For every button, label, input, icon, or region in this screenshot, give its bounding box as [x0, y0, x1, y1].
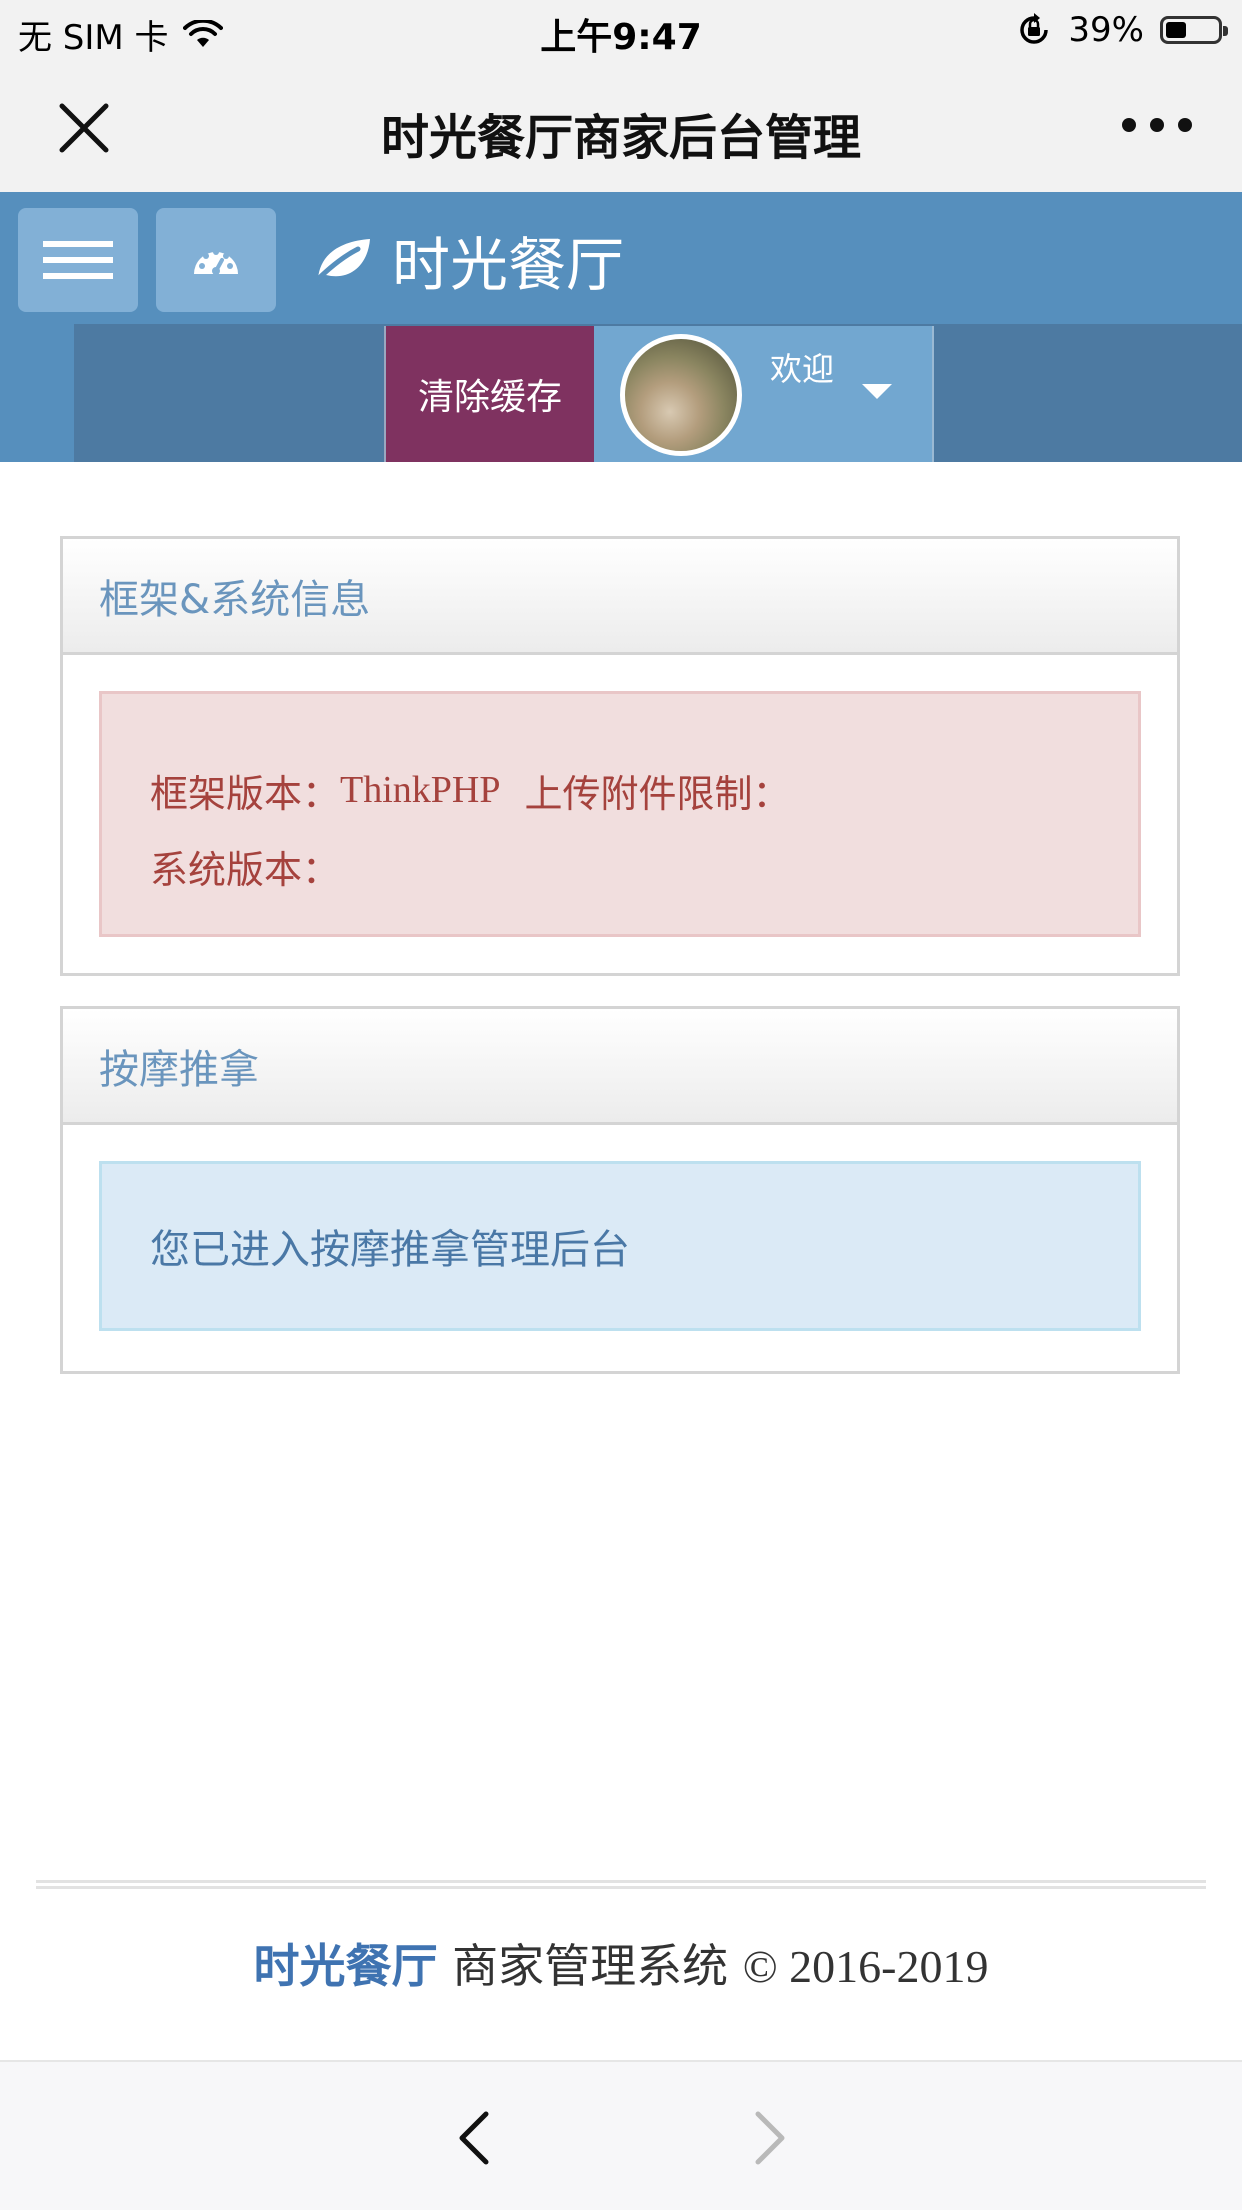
brand-name: 时光餐厅	[392, 231, 625, 299]
avatar	[620, 334, 742, 456]
footer: 时光餐厅 商家管理系统 © 2016-2019	[0, 1930, 1242, 1996]
dashboard-gauge-icon	[194, 249, 238, 275]
footer-system-name: 商家管理系统	[452, 1939, 729, 1993]
more-dots-icon[interactable]	[1122, 118, 1192, 132]
system-info-panel: 框架&系统信息 框架版本： ThinkPHP 上传附件限制： 系统版本：	[60, 536, 1180, 976]
clear-cache-button[interactable]: 清除缓存	[384, 326, 596, 462]
rotation-lock-icon	[1020, 13, 1049, 44]
leaf-icon	[312, 239, 370, 285]
chevron-right-icon[interactable]	[748, 2108, 794, 2168]
dot	[1150, 118, 1164, 132]
footer-divider	[36, 1880, 1206, 1889]
dot	[1178, 118, 1192, 132]
panel-title: 按摩推拿	[63, 1009, 1177, 1125]
caret-down-icon	[862, 384, 892, 399]
status-bar: 无 SIM 卡 上午9:47 39%	[0, 0, 1242, 62]
framework-version-value: ThinkPHP	[340, 769, 501, 811]
page-title: 时光餐厅商家后台管理	[380, 110, 861, 166]
dot	[1122, 118, 1136, 132]
info-line: 系统版本：	[150, 828, 1138, 904]
status-right: 39%	[1016, 10, 1228, 50]
app-header: 时光餐厅 清除缓存 欢迎	[0, 192, 1242, 462]
footer-copyright: © 2016-2019	[742, 1941, 989, 1992]
battery-level	[1166, 22, 1186, 38]
hamburger-icon	[43, 231, 113, 289]
footer-brand-link[interactable]: 时光餐厅	[253, 1939, 437, 1993]
brand[interactable]: 时光餐厅	[312, 218, 624, 302]
battery-icon	[1160, 16, 1228, 44]
panel-title: 框架&系统信息	[63, 539, 1177, 655]
welcome-label: 欢迎	[770, 350, 835, 388]
massage-panel: 按摩推拿 您已进入按摩推拿管理后台	[60, 1006, 1180, 1374]
user-menu[interactable]: 欢迎	[594, 326, 934, 462]
dashboard-button[interactable]	[156, 208, 276, 312]
wechat-nav-bar: 时光餐厅商家后台管理	[0, 62, 1242, 192]
chevron-left-icon[interactable]	[450, 2108, 496, 2168]
system-info-alert: 框架版本： ThinkPHP 上传附件限制： 系统版本：	[99, 691, 1141, 937]
battery-percent: 39%	[1068, 10, 1144, 50]
info-line: 框架版本： ThinkPHP 上传附件限制：	[150, 752, 1138, 828]
browser-toolbar	[0, 2060, 1242, 2210]
upload-limit-label: 上传附件限制：	[524, 771, 791, 816]
framework-version-label: 框架版本：	[150, 771, 341, 816]
menu-toggle-button[interactable]	[18, 208, 138, 312]
welcome-alert: 您已进入按摩推拿管理后台	[99, 1161, 1141, 1331]
system-version-label: 系统版本：	[150, 847, 341, 892]
